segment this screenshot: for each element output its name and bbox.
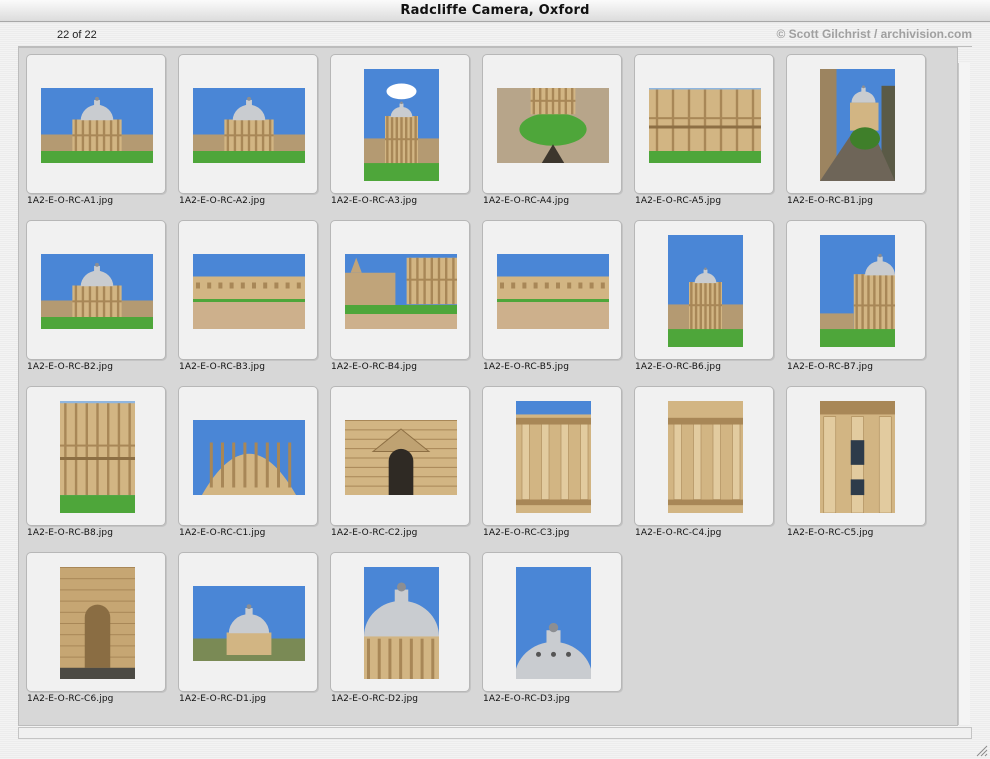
thumbnail-item[interactable]: 1A2-E-O-RC-C2.jpg (330, 386, 470, 546)
slide-mount (178, 220, 318, 360)
thumbnail-filename: 1A2-E-O-RC-D3.jpg (483, 694, 571, 704)
window-title: Radcliffe Camera, Oxford (400, 3, 590, 18)
thumbnail-filename: 1A2-E-O-RC-D1.jpg (179, 694, 267, 704)
slide-mount (178, 54, 318, 194)
thumbnail-item[interactable]: 1A2-E-O-RC-A4.jpg (482, 54, 622, 214)
thumbnail-item[interactable]: 1A2-E-O-RC-B1.jpg (786, 54, 926, 214)
thumbnail-filename: 1A2-E-O-RC-B1.jpg (787, 196, 874, 206)
thumbnail-filename: 1A2-E-O-RC-D2.jpg (331, 694, 419, 704)
slide-mount (26, 552, 166, 692)
window-titlebar[interactable]: Radcliffe Camera, Oxford (0, 0, 990, 22)
slide-mount (786, 54, 926, 194)
thumbnail-image (363, 567, 439, 679)
thumbnail-item[interactable]: 1A2-E-O-RC-C4.jpg (634, 386, 774, 546)
thumbnail-filename: 1A2-E-O-RC-A5.jpg (635, 196, 722, 206)
slide-mount (634, 54, 774, 194)
slide-mount (482, 54, 622, 194)
thumbnail-item[interactable]: 1A2-E-O-RC-C1.jpg (178, 386, 318, 546)
resize-grip-icon[interactable] (974, 743, 988, 757)
thumbnail-item[interactable]: 1A2-E-O-RC-D1.jpg (178, 552, 318, 712)
thumbnail-item[interactable]: 1A2-E-O-RC-B7.jpg (786, 220, 926, 380)
thumbnail-image (819, 401, 895, 513)
thumbnail-image (193, 419, 305, 495)
slide-mount (178, 386, 318, 526)
thumbnail-image (515, 567, 591, 679)
thumbnail-image (59, 567, 135, 679)
horizontal-scrollbar[interactable] (18, 727, 972, 739)
thumbnail-item[interactable]: 1A2-E-O-RC-C3.jpg (482, 386, 622, 546)
thumbnail-item[interactable]: 1A2-E-O-RC-B5.jpg (482, 220, 622, 380)
thumbnail-image (41, 87, 153, 163)
slide-mount (26, 54, 166, 194)
thumbnail-image (497, 87, 609, 163)
thumbnail-item[interactable]: 1A2-E-O-RC-A2.jpg (178, 54, 318, 214)
thumbnail-item[interactable]: 1A2-E-O-RC-D2.jpg (330, 552, 470, 712)
thumbnail-image (59, 401, 135, 513)
thumbnail-image (193, 585, 305, 661)
thumbnail-filename: 1A2-E-O-RC-B5.jpg (483, 362, 570, 372)
thumbnail-image (193, 87, 305, 163)
thumbnail-item[interactable]: 1A2-E-O-RC-A1.jpg (26, 54, 166, 214)
thumbnail-item[interactable]: 1A2-E-O-RC-A5.jpg (634, 54, 774, 214)
slide-mount (330, 552, 470, 692)
slide-mount (786, 386, 926, 526)
slide-mount (26, 386, 166, 526)
image-count: 22 of 22 (57, 29, 97, 41)
thumbnail-item[interactable]: 1A2-E-O-RC-B8.jpg (26, 386, 166, 546)
vertical-scrollbar[interactable] (958, 63, 970, 725)
thumbnail-image (649, 87, 761, 163)
thumbnail-filename: 1A2-E-O-RC-A2.jpg (179, 196, 266, 206)
thumbnail-filename: 1A2-E-O-RC-C6.jpg (27, 694, 114, 704)
thumbnail-filename: 1A2-E-O-RC-C5.jpg (787, 528, 874, 538)
thumbnail-item[interactable]: 1A2-E-O-RC-C6.jpg (26, 552, 166, 712)
thumbnail-image (515, 401, 591, 513)
thumbnail-filename: 1A2-E-O-RC-C4.jpg (635, 528, 722, 538)
thumbnail-filename: 1A2-E-O-RC-B4.jpg (331, 362, 418, 372)
thumbnail-filename: 1A2-E-O-RC-A4.jpg (483, 196, 570, 206)
slide-mount (482, 220, 622, 360)
thumbnail-filename: 1A2-E-O-RC-A3.jpg (331, 196, 418, 206)
thumbnail-image (667, 401, 743, 513)
thumbnail-image (497, 253, 609, 329)
slide-mount (330, 54, 470, 194)
thumbnail-item[interactable]: 1A2-E-O-RC-A3.jpg (330, 54, 470, 214)
thumbnail-item[interactable]: 1A2-E-O-RC-B2.jpg (26, 220, 166, 380)
thumbnail-item[interactable]: 1A2-E-O-RC-C5.jpg (786, 386, 926, 546)
slide-mount (330, 220, 470, 360)
slide-mount (330, 386, 470, 526)
thumbnail-filename: 1A2-E-O-RC-B6.jpg (635, 362, 722, 372)
thumbnail-filename: 1A2-E-O-RC-C1.jpg (179, 528, 266, 538)
thumbnail-image (667, 235, 743, 347)
thumbnail-image (819, 69, 895, 181)
thumbnail-item[interactable]: 1A2-E-O-RC-D3.jpg (482, 552, 622, 712)
thumbnail-filename: 1A2-E-O-RC-A1.jpg (27, 196, 114, 206)
thumbnail-filename: 1A2-E-O-RC-B8.jpg (27, 528, 114, 538)
slide-mount (634, 386, 774, 526)
slide-mount (26, 220, 166, 360)
thumbnail-item[interactable]: 1A2-E-O-RC-B3.jpg (178, 220, 318, 380)
thumbnail-filename: 1A2-E-O-RC-B2.jpg (27, 362, 114, 372)
thumbnail-item[interactable]: 1A2-E-O-RC-B6.jpg (634, 220, 774, 380)
thumbnail-image (363, 69, 439, 181)
slide-mount (786, 220, 926, 360)
thumbnail-item[interactable]: 1A2-E-O-RC-B4.jpg (330, 220, 470, 380)
thumbnail-filename: 1A2-E-O-RC-C2.jpg (331, 528, 418, 538)
copyright-credit: © Scott Gilchrist / archivision.com (776, 27, 972, 41)
info-bar: 22 of 22 © Scott Gilchrist / archivision… (18, 23, 972, 47)
thumbnail-image (819, 235, 895, 347)
slide-mount (482, 552, 622, 692)
thumbnail-image (193, 253, 305, 329)
thumbnail-filename: 1A2-E-O-RC-B7.jpg (787, 362, 874, 372)
thumbnail-grid: 1A2-E-O-RC-A1.jpg 1A2-E-O-RC-A2.jpg 1A2-E-… (18, 47, 958, 726)
slide-mount (634, 220, 774, 360)
slide-mount (178, 552, 318, 692)
thumbnail-filename: 1A2-E-O-RC-B3.jpg (179, 362, 266, 372)
thumbnail-image (345, 419, 457, 495)
thumbnail-image (41, 253, 153, 329)
thumbnail-filename: 1A2-E-O-RC-C3.jpg (483, 528, 570, 538)
slide-mount (482, 386, 622, 526)
thumbnail-image (345, 253, 457, 329)
